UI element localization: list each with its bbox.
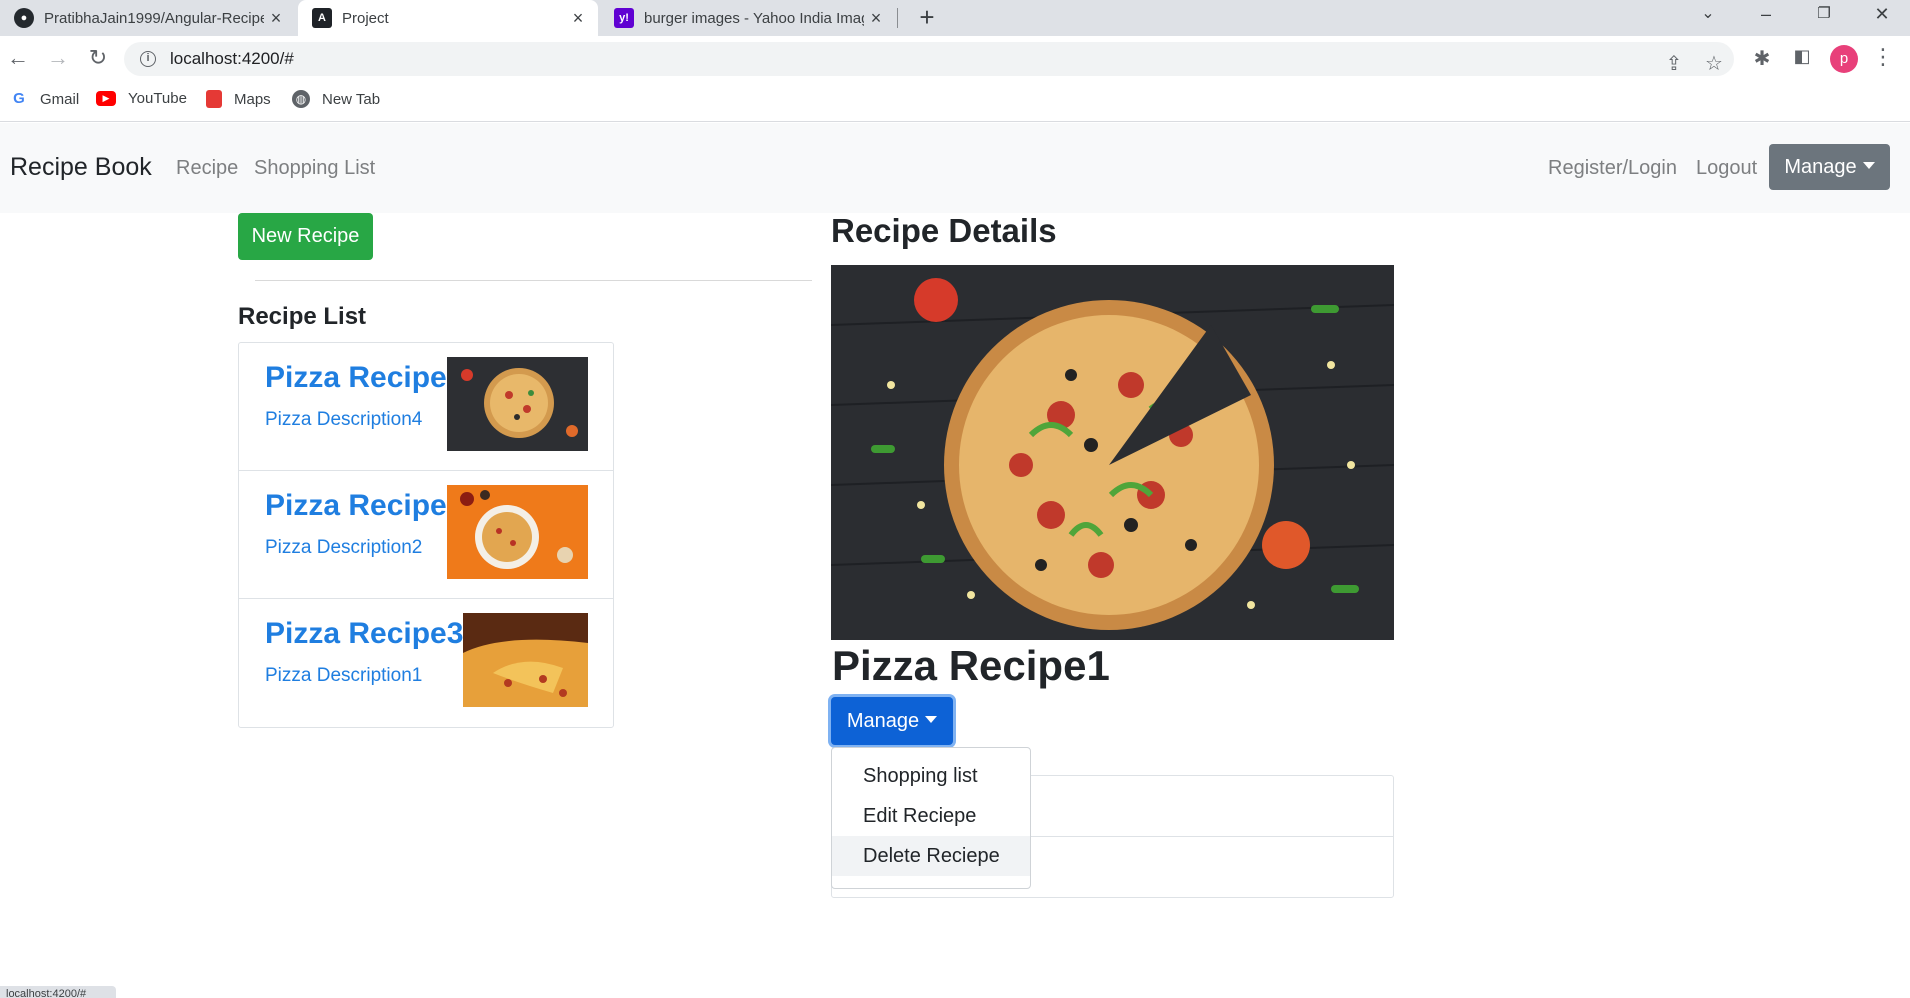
site-info-icon[interactable]: i xyxy=(140,51,156,67)
status-bar-url: localhost:4200/# xyxy=(0,986,116,998)
close-tab-icon[interactable]: × xyxy=(264,8,288,29)
bookmark-gmail[interactable]: G Gmail xyxy=(10,90,79,108)
share-icon[interactable]: ⇪ xyxy=(1660,51,1688,76)
recipe-item-description: Pizza Description1 xyxy=(265,665,423,686)
restore-icon[interactable]: ❐ xyxy=(1800,0,1848,30)
manage-label: Manage xyxy=(1784,155,1857,178)
tab-divider xyxy=(897,8,898,28)
minimize-icon[interactable]: – xyxy=(1742,0,1790,30)
app-navbar: Recipe Book Recipe Shopping List Registe… xyxy=(0,123,1910,213)
bookmark-label: YouTube xyxy=(128,90,187,107)
manage-label: Manage xyxy=(846,709,920,732)
back-icon[interactable]: ← xyxy=(4,45,32,73)
nav-link-logout[interactable]: Logout xyxy=(1696,157,1757,180)
address-bar[interactable]: i localhost:4200/# ⇪ ☆ xyxy=(124,42,1734,76)
brand-link[interactable]: Recipe Book xyxy=(10,153,152,182)
recipe-item[interactable]: Pizza Recipe3 Pizza Description1 xyxy=(239,599,613,727)
bookmark-label: New Tab xyxy=(322,90,381,108)
browser-tab-github[interactable]: ● PratibhaJain1999/Angular-Recipe × xyxy=(0,0,296,36)
bookmark-maps[interactable]: Maps xyxy=(206,90,271,108)
extensions-icon[interactable]: ✱ xyxy=(1748,46,1776,71)
angular-icon: A xyxy=(312,8,332,28)
tab-search-icon[interactable]: ⌄ xyxy=(1684,0,1732,30)
github-icon: ● xyxy=(14,8,34,28)
recipe-details-title: Recipe Details xyxy=(831,212,1057,249)
reload-icon[interactable]: ↻ xyxy=(84,45,112,73)
recipe-item-name[interactable]: Pizza Recipe2 xyxy=(265,489,463,523)
browser-tab-strip: ● PratibhaJain1999/Angular-Recipe × A Pr… xyxy=(0,0,1910,36)
nav-link-recipe[interactable]: Recipe xyxy=(176,157,238,180)
recipe-thumbnail xyxy=(447,485,588,579)
tab-title: Project xyxy=(342,9,389,27)
recipe-list: Pizza Recipe1 Pizza Description4 Pizza R… xyxy=(238,342,614,728)
manage-dropdown-menu: Shopping list Edit Reciepe Delete Reciep… xyxy=(831,747,1031,889)
close-window-icon[interactable]: ✕ xyxy=(1858,0,1906,30)
recipe-detail-name: Pizza Recipe1 xyxy=(832,642,1110,689)
google-icon: G xyxy=(10,90,28,108)
divider xyxy=(255,280,812,281)
recipe-item-name[interactable]: Pizza Recipe3 xyxy=(265,617,463,651)
recipe-item-description: Pizza Description4 xyxy=(265,409,423,430)
maps-icon xyxy=(206,90,222,108)
nav-link-register-login[interactable]: Register/Login xyxy=(1548,157,1677,180)
bookmark-star-icon[interactable]: ☆ xyxy=(1700,51,1728,76)
recipe-item[interactable]: Pizza Recipe1 Pizza Description4 xyxy=(239,343,613,471)
yahoo-icon: y! xyxy=(614,8,634,28)
caret-down-icon xyxy=(925,715,938,723)
recipe-list-title: Recipe List xyxy=(238,303,367,330)
tab-title: burger images - Yahoo India Images xyxy=(644,9,864,27)
bookmarks-bar: G Gmail ▶ YouTube Maps ◍ New Tab xyxy=(0,82,1910,122)
bookmark-new-tab[interactable]: ◍ New Tab xyxy=(292,90,380,108)
menu-item-shopping-list[interactable]: Shopping list xyxy=(832,756,1030,796)
forward-icon[interactable]: → xyxy=(44,45,72,73)
youtube-icon: ▶ xyxy=(96,91,116,106)
browser-menu-icon[interactable]: ⋮ xyxy=(1872,44,1894,70)
profile-avatar[interactable]: p xyxy=(1830,45,1858,73)
bookmark-label: Gmail xyxy=(40,90,80,108)
bookmark-label: Maps xyxy=(234,90,271,108)
globe-icon: ◍ xyxy=(292,90,310,108)
tab-title: PratibhaJain1999/Angular-Recipe xyxy=(44,9,264,27)
bookmark-youtube[interactable]: ▶ YouTube xyxy=(96,90,187,107)
browser-toolbar: ← → ↻ i localhost:4200/# ⇪ ☆ xyxy=(0,36,1910,82)
navbar-manage-dropdown-button[interactable]: Manage xyxy=(1769,144,1890,190)
url-text[interactable]: localhost:4200/# xyxy=(170,49,294,69)
recipe-item[interactable]: Pizza Recipe2 Pizza Description2 xyxy=(239,471,613,599)
recipe-item-description: Pizza Description2 xyxy=(265,537,423,558)
nav-link-shopping-list[interactable]: Shopping List xyxy=(254,157,375,180)
close-tab-icon[interactable]: × xyxy=(864,8,888,29)
menu-item-edit-recipe[interactable]: Edit Reciepe xyxy=(832,796,1030,836)
recipe-detail-image xyxy=(831,265,1394,640)
recipe-manage-dropdown-button[interactable]: Manage xyxy=(831,697,953,745)
side-panel-icon[interactable]: ◧ xyxy=(1788,46,1816,67)
close-tab-icon[interactable]: × xyxy=(566,8,590,29)
browser-tab-project[interactable]: A Project × xyxy=(298,0,598,36)
caret-down-icon xyxy=(1862,161,1875,169)
new-tab-icon[interactable]: + xyxy=(912,2,942,33)
recipe-thumbnail xyxy=(447,357,588,451)
recipe-thumbnail xyxy=(463,613,588,707)
recipe-item-name[interactable]: Pizza Recipe1 xyxy=(265,361,463,395)
menu-item-delete-recipe[interactable]: Delete Reciepe xyxy=(832,836,1030,876)
browser-tab-yahoo[interactable]: y! burger images - Yahoo India Images × xyxy=(600,0,896,36)
new-recipe-button[interactable]: New Recipe xyxy=(238,213,373,260)
